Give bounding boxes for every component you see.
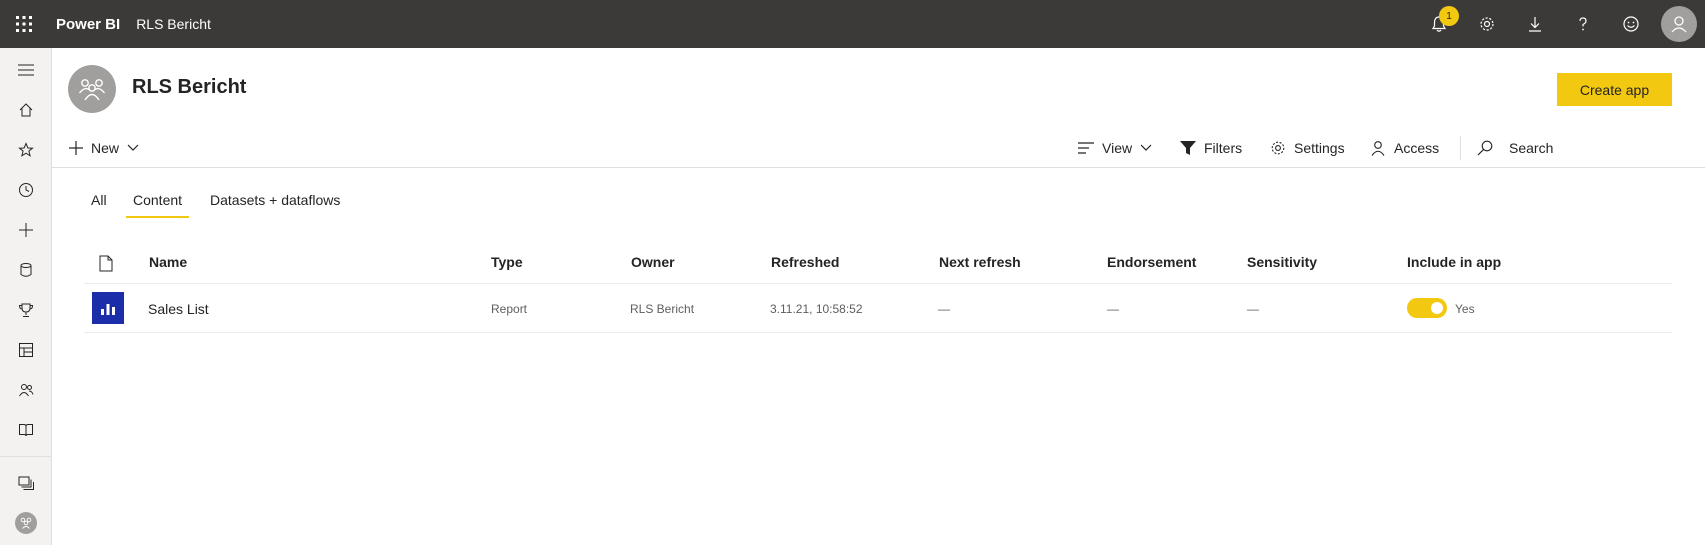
settings-label: Settings: [1294, 140, 1345, 156]
search-icon: [1477, 140, 1493, 156]
document-icon: [99, 255, 113, 272]
group-icon: [20, 517, 32, 529]
bar-chart-icon: [101, 304, 115, 315]
settings-command[interactable]: Settings: [1270, 128, 1345, 168]
nav-home[interactable]: [0, 90, 52, 130]
nav-shared[interactable]: [0, 370, 52, 410]
workspace-avatar: [68, 65, 116, 113]
search-box[interactable]: Search: [1477, 128, 1553, 168]
person-icon: [1671, 16, 1687, 33]
row-divider: [84, 332, 1672, 333]
filters-button[interactable]: Filters: [1180, 128, 1242, 168]
notifications-button[interactable]: 1: [1415, 0, 1463, 48]
tab-all[interactable]: All: [91, 192, 107, 218]
breadcrumb[interactable]: RLS Bericht: [136, 16, 211, 32]
database-icon: [20, 263, 32, 277]
column-header-include-in-app[interactable]: Include in app: [1407, 254, 1501, 270]
tab-content[interactable]: Content: [126, 192, 190, 218]
top-bar: Power BI RLS Bericht 1: [0, 0, 1705, 48]
nav-toggle-button[interactable]: [0, 50, 52, 90]
command-bar: New View Filters Settings Access Search: [52, 128, 1705, 168]
plus-icon: [19, 223, 33, 237]
nav-recent[interactable]: [0, 170, 52, 210]
plus-icon: [69, 141, 83, 155]
file-type-header-icon: [99, 255, 113, 277]
new-label: New: [91, 140, 120, 156]
page-title: RLS Bericht: [132, 76, 247, 98]
notification-badge: 1: [1439, 6, 1459, 26]
nav-apps[interactable]: [0, 330, 52, 370]
item-name-link[interactable]: Sales List: [148, 301, 209, 317]
download-button[interactable]: [1511, 0, 1559, 48]
people-icon: [19, 384, 34, 397]
nav-divider: [0, 456, 52, 457]
list-view-icon: [1078, 142, 1094, 154]
trophy-icon: [18, 303, 34, 317]
column-header-name[interactable]: Name: [149, 254, 187, 270]
column-header-owner[interactable]: Owner: [631, 254, 675, 270]
brand-name[interactable]: Power BI: [56, 16, 120, 33]
view-button[interactable]: View: [1078, 128, 1152, 168]
nav-favorites[interactable]: [0, 130, 52, 170]
new-button[interactable]: New: [69, 128, 139, 168]
hamburger-icon: [18, 64, 34, 76]
user-avatar[interactable]: [1661, 6, 1697, 42]
download-icon: [1529, 17, 1541, 32]
help-icon: [1579, 17, 1587, 31]
view-label: View: [1102, 140, 1133, 156]
item-next-refresh: —: [938, 302, 950, 316]
top-bar-actions: 1: [1415, 0, 1705, 48]
item-endorsement: —: [1107, 302, 1119, 316]
workspaces-icon: [18, 476, 34, 490]
star-icon: [18, 142, 34, 157]
filters-label: Filters: [1204, 140, 1243, 156]
feedback-button[interactable]: [1607, 0, 1655, 48]
clock-icon: [19, 183, 33, 197]
nav-workspaces[interactable]: [0, 463, 52, 503]
person-icon: [1371, 141, 1385, 156]
nav-datasets[interactable]: [0, 250, 52, 290]
chevron-down-icon: [1140, 144, 1152, 151]
chevron-down-icon: [127, 144, 139, 151]
include-in-app-value: Yes: [1455, 302, 1475, 316]
smiley-icon: [1623, 16, 1639, 32]
help-button[interactable]: [1559, 0, 1607, 48]
app-launcher-icon[interactable]: [0, 0, 48, 48]
header-divider: [84, 283, 1672, 284]
access-button[interactable]: Access: [1370, 128, 1439, 168]
nav-create[interactable]: [0, 210, 52, 250]
search-placeholder: Search: [1509, 140, 1554, 156]
nav-goals[interactable]: [0, 290, 52, 330]
item-sensitivity: —: [1247, 302, 1259, 316]
left-navigation: [0, 48, 52, 545]
workspace-mini-avatar: [15, 512, 37, 534]
create-app-button[interactable]: Create app: [1557, 73, 1672, 106]
access-label: Access: [1394, 140, 1440, 156]
filter-icon: [1180, 141, 1196, 155]
item-refreshed: 3.11.21, 10:58:52: [770, 302, 863, 316]
column-header-sensitivity[interactable]: Sensitivity: [1247, 254, 1317, 270]
nav-current-workspace[interactable]: [0, 503, 52, 543]
include-in-app-toggle[interactable]: [1407, 298, 1447, 318]
tab-datasets-dataflows[interactable]: Datasets + dataflows: [210, 192, 340, 218]
item-owner: RLS Bericht: [630, 302, 695, 316]
column-header-refreshed[interactable]: Refreshed: [771, 254, 839, 270]
column-header-next-refresh[interactable]: Next refresh: [939, 254, 1021, 270]
toggle-knob: [1431, 302, 1443, 314]
gear-icon: [1480, 17, 1494, 31]
nav-learn[interactable]: [0, 410, 52, 450]
column-header-type[interactable]: Type: [491, 254, 523, 270]
column-header-endorsement[interactable]: Endorsement: [1107, 254, 1196, 270]
command-divider: [1460, 136, 1461, 160]
book-icon: [19, 424, 33, 437]
home-icon: [19, 103, 33, 117]
group-icon: [78, 79, 106, 101]
report-type-icon: [92, 292, 124, 324]
apps-icon: [19, 343, 33, 357]
item-type: Report: [491, 302, 528, 316]
settings-button[interactable]: [1463, 0, 1511, 48]
gear-icon: [1271, 141, 1285, 155]
